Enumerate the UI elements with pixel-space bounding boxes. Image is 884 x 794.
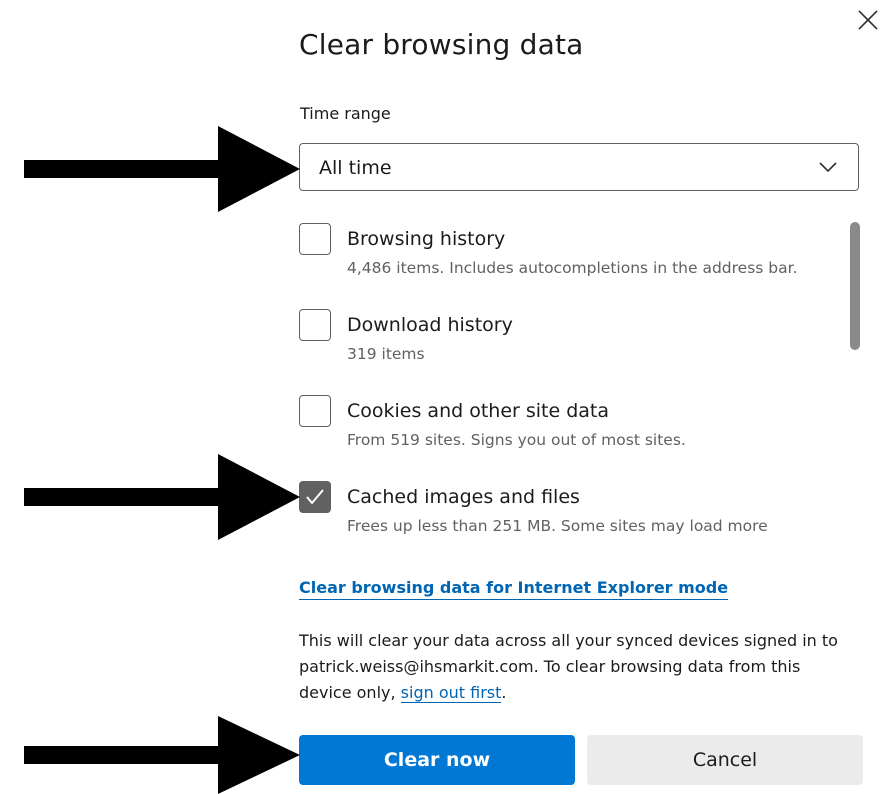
list-item-browsing-history: Browsing history 4,486 items. Includes a…: [299, 218, 845, 290]
list-scrollbar[interactable]: [848, 222, 862, 558]
list-item-download-history: Download history 319 items: [299, 304, 845, 376]
time-range-value: All time: [319, 157, 392, 179]
item-description: 4,486 items. Includes autocompletions in…: [347, 259, 798, 277]
item-description: 319 items: [347, 345, 425, 363]
annotation-arrow-right-icon: [24, 454, 300, 540]
item-title: Download history: [347, 314, 513, 336]
info-line: device only, sign out first.: [299, 680, 864, 706]
info-line: patrick.weiss@ihsmarkit.com. To clear br…: [299, 657, 801, 676]
sign-out-link[interactable]: sign out first: [400, 683, 502, 703]
annotation-arrow-right-icon: [24, 126, 300, 212]
time-range-select[interactable]: All time: [299, 143, 859, 191]
cached-images-checkbox[interactable]: [299, 481, 331, 513]
cancel-button[interactable]: Cancel: [587, 735, 863, 785]
info-text: .: [501, 683, 507, 702]
time-range-label: Time range: [300, 104, 391, 123]
download-history-checkbox[interactable]: [299, 309, 331, 341]
dialog-title: Clear browsing data: [299, 28, 584, 61]
info-line: This will clear your data across all you…: [299, 631, 838, 650]
clear-now-button[interactable]: Clear now: [299, 735, 575, 785]
ie-mode-link[interactable]: Clear browsing data for Internet Explore…: [299, 578, 729, 600]
item-description: From 519 sites. Signs you out of most si…: [347, 431, 686, 449]
chevron-down-icon: [819, 162, 837, 173]
close-icon[interactable]: [856, 8, 880, 32]
checkmark-icon: [306, 489, 324, 505]
clear-browsing-data-dialog: Clear browsing data Time range All time …: [0, 0, 884, 794]
cookies-checkbox[interactable]: [299, 395, 331, 427]
list-item-cached-images: Cached images and files Frees up less th…: [299, 476, 845, 548]
info-text: device only,: [299, 683, 401, 702]
item-title: Browsing history: [347, 228, 506, 250]
item-title: Cached images and files: [347, 486, 580, 508]
browsing-history-checkbox[interactable]: [299, 223, 331, 255]
annotation-arrow-right-icon: [24, 716, 300, 794]
list-item-cookies: Cookies and other site data From 519 sit…: [299, 390, 845, 462]
data-type-list: Browsing history 4,486 items. Includes a…: [299, 218, 845, 558]
sync-info-text: This will clear your data across all you…: [299, 628, 864, 706]
scrollbar-thumb[interactable]: [850, 222, 860, 350]
item-title: Cookies and other site data: [347, 400, 610, 422]
item-description: Frees up less than 251 MB. Some sites ma…: [347, 517, 768, 535]
